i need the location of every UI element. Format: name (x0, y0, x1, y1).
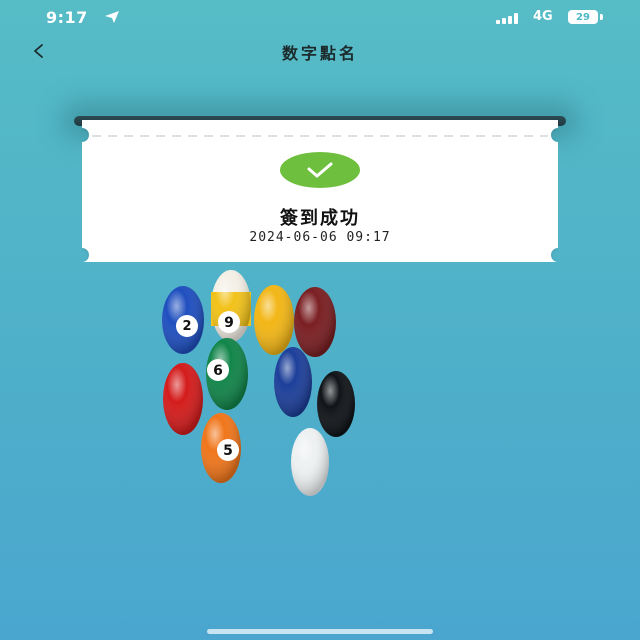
home-indicator[interactable] (207, 629, 433, 634)
signal-bars-icon (496, 13, 518, 24)
status-bar: 9:17 4G 29 (0, 0, 640, 36)
checkmark-icon (280, 152, 360, 188)
ball-8 (317, 371, 355, 437)
result-timestamp: 2024-06-06 09:17 (249, 230, 391, 245)
network-label: 4G (533, 9, 553, 24)
cue-ball (291, 428, 329, 496)
location-arrow-icon (105, 11, 119, 23)
result-title: 簽到成功 (280, 208, 360, 229)
ball-number: 2 (182, 319, 191, 334)
result-card: 簽到成功 2024-06-06 09:17 (82, 120, 558, 262)
billiard-balls-image: 2 9 6 5 (162, 270, 355, 496)
ball-number: 9 (224, 315, 234, 331)
ball-number: 5 (223, 443, 233, 459)
ball-10 (274, 347, 312, 417)
ball-6: 6 (206, 338, 248, 410)
ball-9: 9 (211, 270, 251, 342)
ball-7 (294, 287, 336, 357)
ball-2: 2 (162, 286, 204, 354)
status-time: 9:17 (46, 8, 88, 27)
nav-bar: 数字點名 (0, 36, 640, 68)
battery-level: 29 (576, 11, 590, 23)
ball-3 (163, 363, 203, 435)
battery-icon: 29 (568, 10, 604, 26)
page-title: 数字點名 (281, 44, 358, 63)
ball-5: 5 (201, 413, 241, 483)
ball-1 (254, 285, 294, 355)
ball-number: 6 (213, 363, 223, 379)
